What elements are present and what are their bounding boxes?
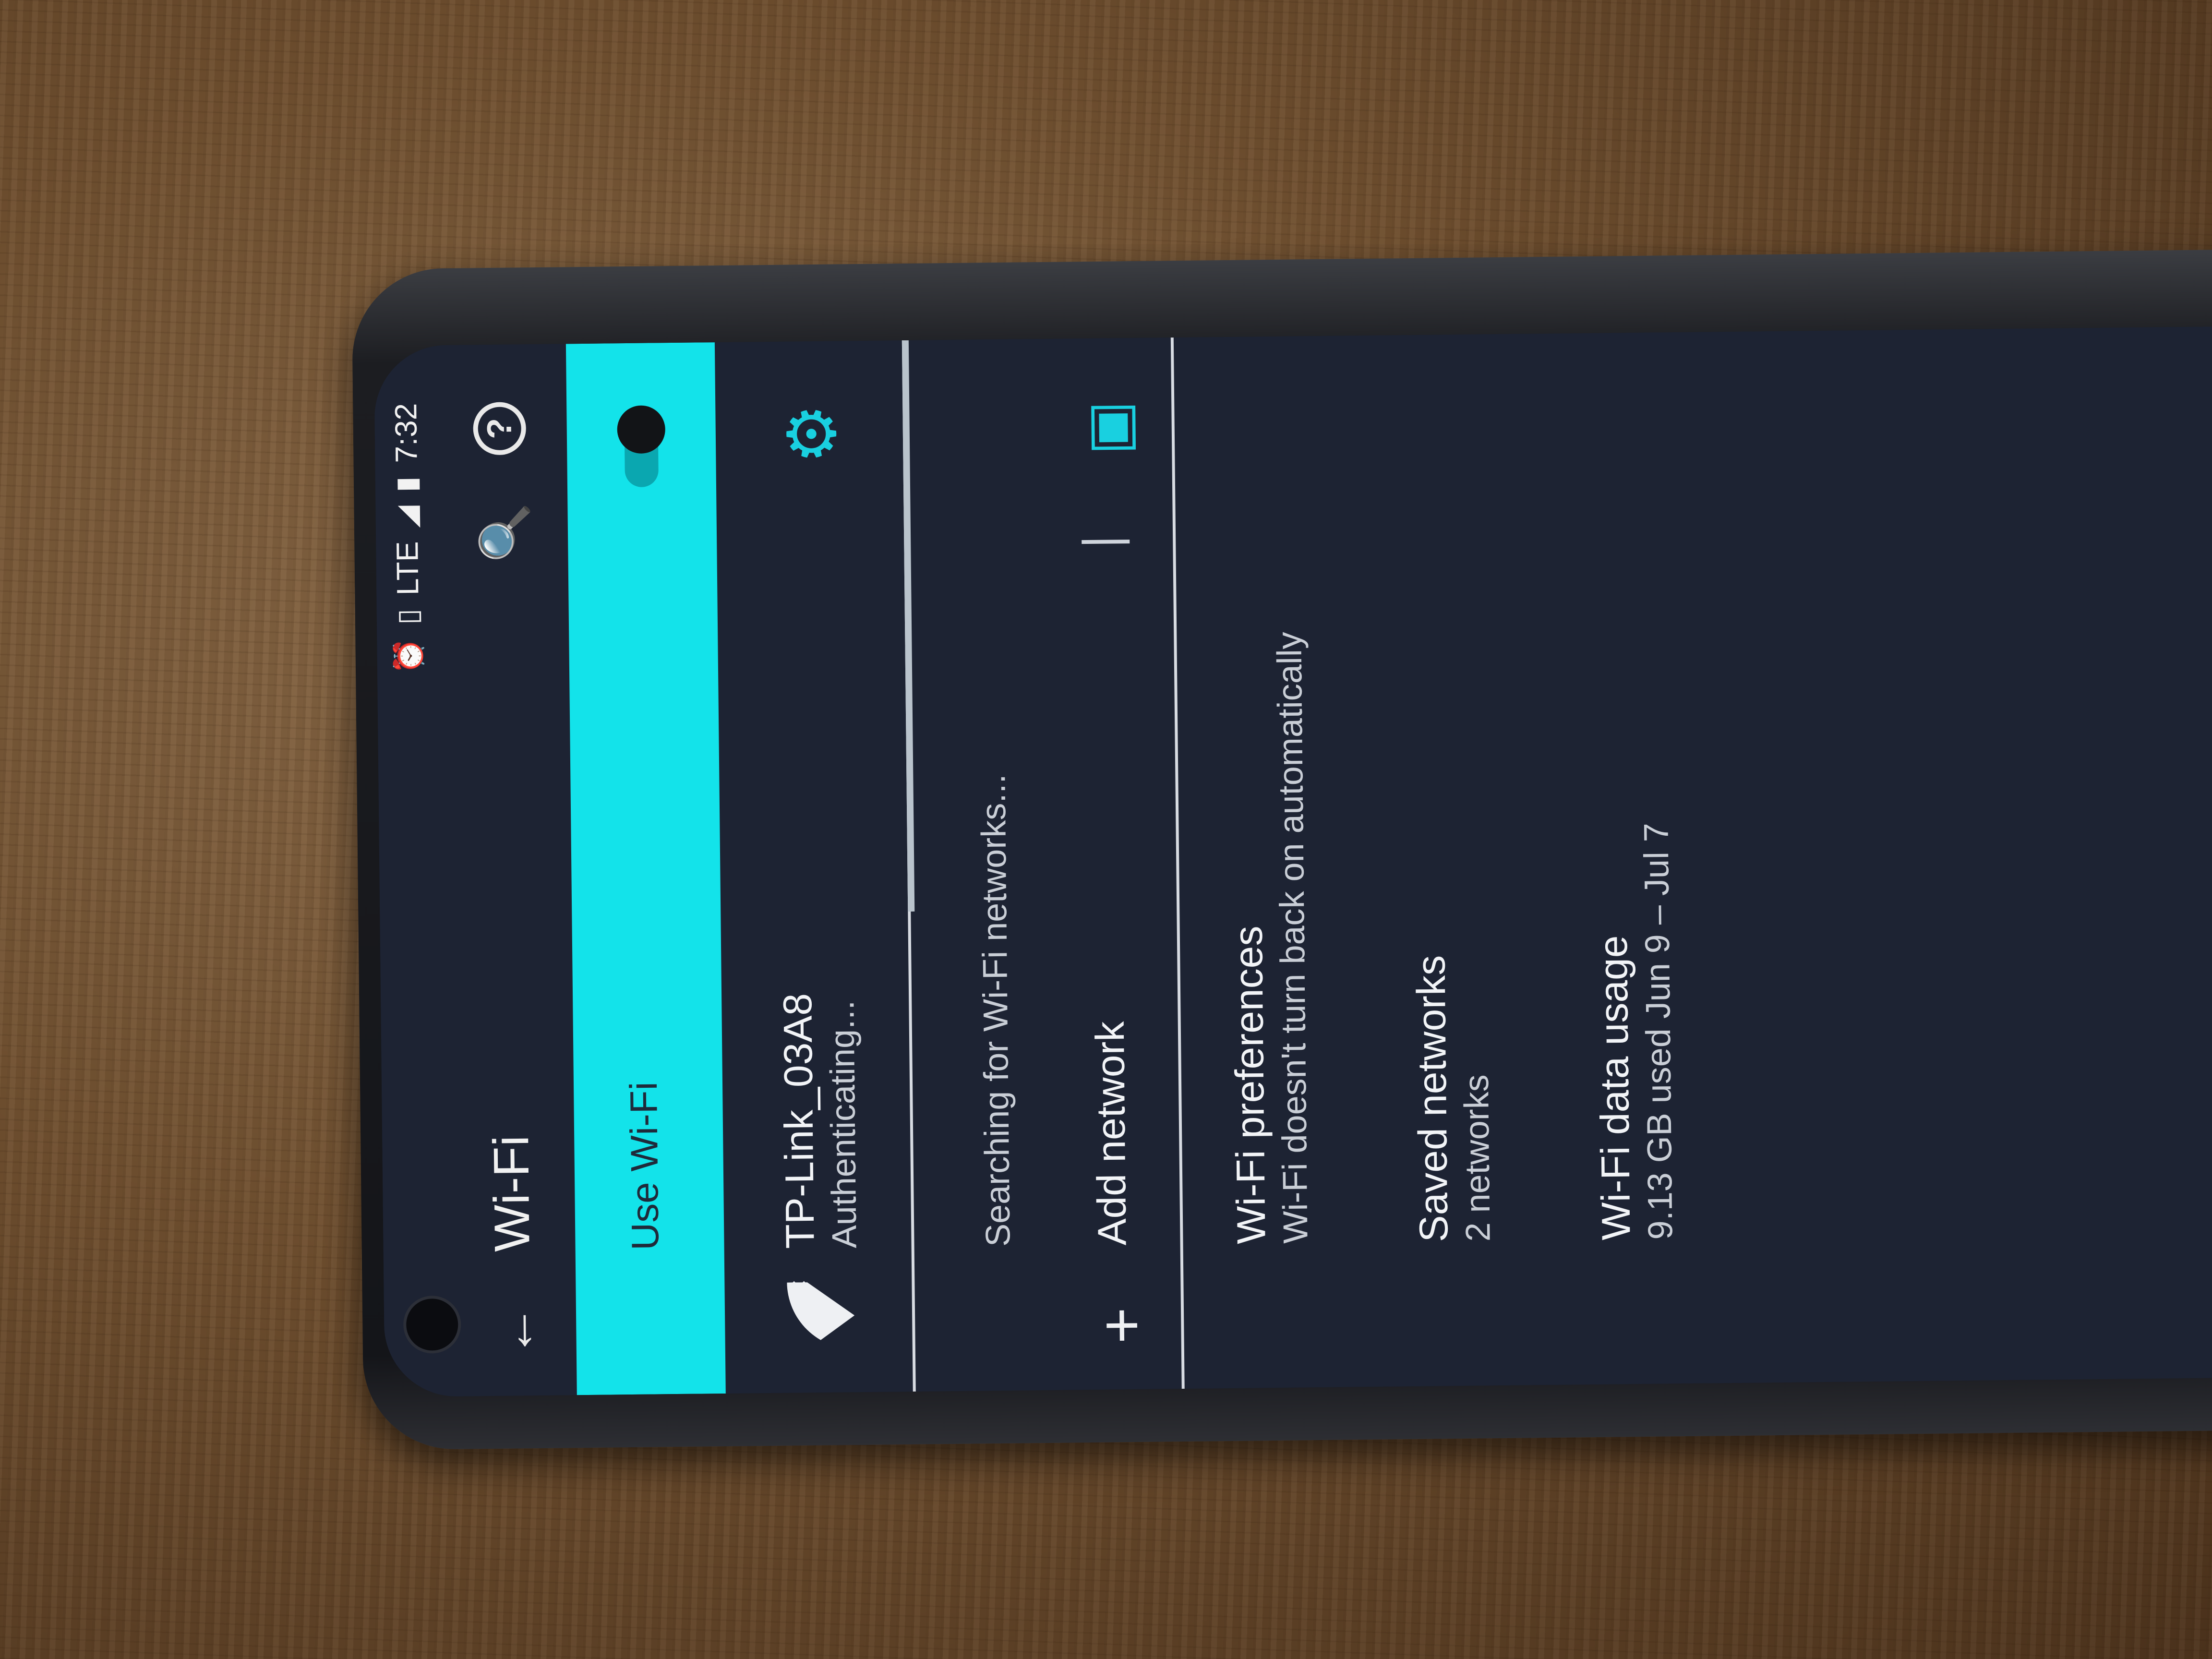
saved-networks-row[interactable]: Saved networks 2 networks xyxy=(1363,334,1556,1387)
wifi-settings-app: ⏰ ▯ LTE ◢ ▮ 7:32 ← Wi-Fi 🔍 ? Use Wi-Fi ×… xyxy=(373,326,2212,1397)
gear-icon[interactable]: ⚙ xyxy=(773,403,852,464)
use-wifi-switch-row[interactable]: Use Wi-Fi xyxy=(565,342,726,1395)
network-ssid: TP-Link_03A8 xyxy=(775,993,823,1249)
pref-title: Wi-Fi preferences xyxy=(1225,926,1274,1244)
network-row[interactable]: × TP-Link_03A8 Authenticating... ⚙ xyxy=(720,340,913,1394)
phone-screen: ⏰ ▯ LTE ◢ ▮ 7:32 ← Wi-Fi 🔍 ? Use Wi-Fi ×… xyxy=(373,326,2212,1397)
page-title: Wi-Fi xyxy=(483,1135,541,1252)
pref-title: Saved networks xyxy=(1408,955,1456,1243)
use-wifi-label: Use Wi-Fi xyxy=(622,1082,667,1251)
network-type: LTE xyxy=(390,541,425,596)
arrow-back-icon[interactable]: ← xyxy=(485,1304,546,1358)
separator xyxy=(1082,540,1130,544)
pref-summary: 9.13 GB used Jun 9 – Jul 7 xyxy=(1637,822,1680,1240)
status-bar: ⏰ ▯ LTE ◢ ▮ 7:32 xyxy=(374,345,447,1397)
help-icon[interactable]: ? xyxy=(473,402,527,456)
add-network-row[interactable]: + Add network ▣ xyxy=(1036,337,1182,1390)
plus-icon: + xyxy=(1085,1307,1156,1345)
phone: ⏰ ▯ LTE ◢ ▮ 7:32 ← Wi-Fi 🔍 ? Use Wi-Fi ×… xyxy=(351,249,2212,1450)
toggle-thumb[interactable] xyxy=(617,405,666,454)
wifi-preferences-row[interactable]: Wi-Fi preferences Wi-Fi doesn't turn bac… xyxy=(1180,336,1374,1389)
vibrate-icon: ▯ xyxy=(391,608,424,625)
pref-summary: 2 networks xyxy=(1457,1074,1498,1242)
search-icon[interactable]: 🔍 xyxy=(476,503,533,563)
wifi-data-usage-row[interactable]: Wi-Fi data usage 9.13 GB used Jun 9 – Ju… xyxy=(1545,332,1739,1385)
pref-title: Wi-Fi data usage xyxy=(1590,935,1639,1241)
pref-summary: Wi-Fi doesn't turn back on automatically xyxy=(1270,631,1315,1244)
alarm-icon: ⏰ xyxy=(392,637,425,674)
clock: 7:32 xyxy=(388,403,424,463)
toolbar: ← Wi-Fi 🔍 ? xyxy=(446,344,567,1396)
scan-status-row: Searching for Wi-Fi networks... xyxy=(912,339,1052,1392)
network-status: Authenticating... xyxy=(823,1000,864,1249)
scan-status: Searching for Wi-Fi networks... xyxy=(974,774,1018,1247)
add-network-label: Add network xyxy=(1087,1021,1135,1246)
battery-icon: ▮ xyxy=(390,476,423,493)
qr-code-scan-icon[interactable]: ▣ xyxy=(1075,400,1142,456)
wifi-no-access-icon: × xyxy=(782,1279,815,1297)
signal-icon: ◢ xyxy=(390,505,423,528)
